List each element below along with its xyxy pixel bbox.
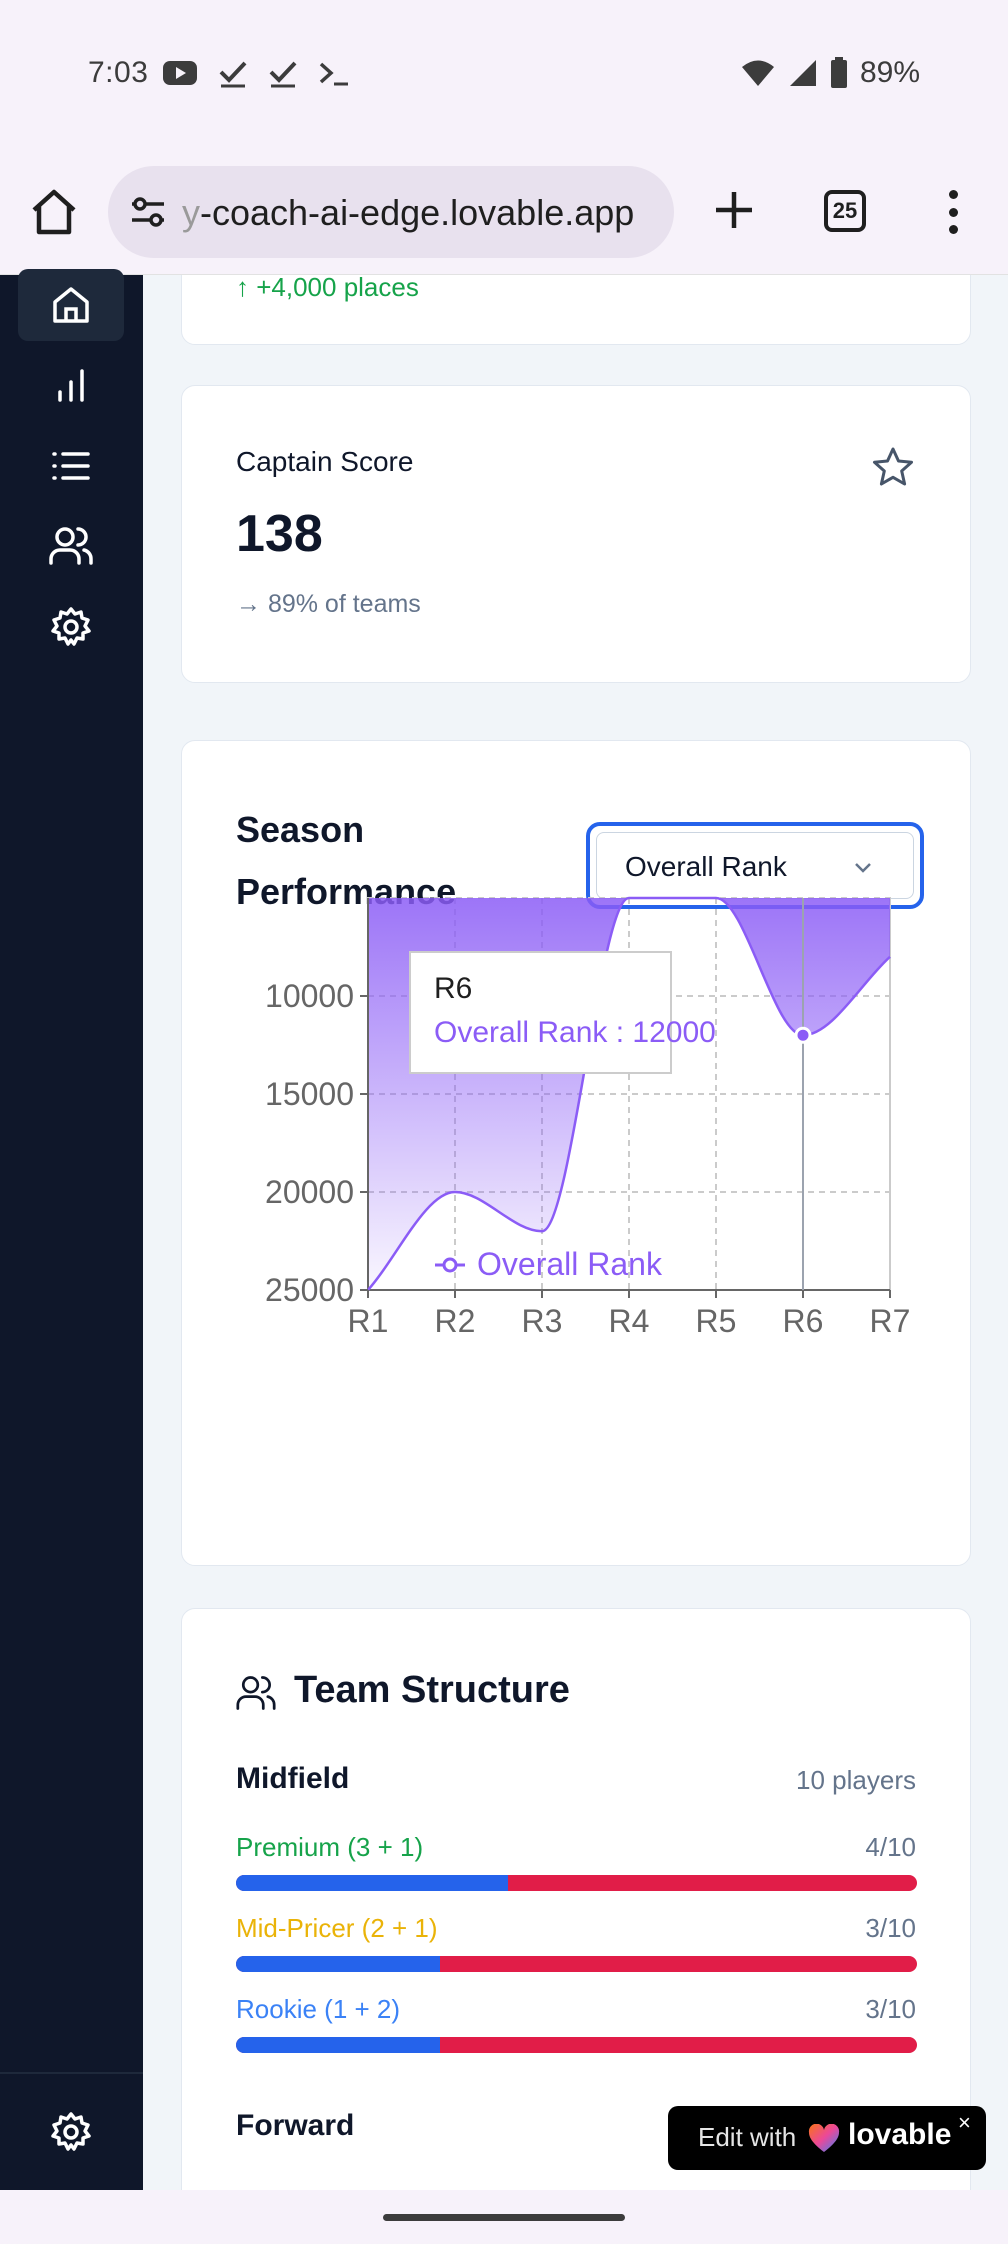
tier-label-mid-pricer: Mid-Pricer (2 + 1) — [236, 1913, 438, 1943]
list-icon — [52, 452, 90, 480]
chart-legend-label: Overall Rank — [477, 1246, 663, 1282]
sidebar-item-list[interactable] — [18, 430, 124, 502]
status-right: 89% — [740, 56, 920, 90]
rank-change: ↑ +4,000 places — [236, 275, 419, 302]
star-icon — [873, 447, 913, 486]
status-bar: 7:03 89% — [0, 0, 1008, 150]
chart-y-tick-label: 10000 — [265, 978, 354, 1014]
season-performance-chart[interactable]: 10000 15000 20000 25000 R1 R2 R3 R4 R5 R6 R7 R6 O… — [182, 741, 972, 1567]
sidebar-item-settings[interactable] — [18, 591, 124, 663]
section-count-midfield: 10 players — [796, 1765, 916, 1795]
chart-x-tick-label: R5 — [696, 1303, 737, 1339]
section-name-midfield: Midfield — [236, 1762, 350, 1795]
captain-score-percentile: → 89% of teams — [236, 590, 421, 618]
lovable-heart-icon — [808, 2124, 840, 2152]
home-icon[interactable] — [28, 186, 80, 238]
status-time: 7:03 — [88, 56, 149, 89]
chart-y-tick-label: 15000 — [265, 1076, 354, 1112]
chart-x-tick-label: R4 — [609, 1303, 650, 1339]
check-icon — [219, 61, 247, 88]
main-content: ↑ +4,000 places Captain Score 138 → 89% … — [143, 275, 1008, 2190]
tier-bar-premium-fill — [236, 1875, 509, 1891]
notification-icons — [162, 58, 350, 88]
sidebar-item-team[interactable] — [18, 510, 124, 582]
wifi-icon — [741, 60, 774, 86]
chart-legend[interactable]: Overall Rank — [435, 1246, 663, 1282]
chart-tooltip-title: R6 — [434, 972, 472, 1005]
url-bar[interactable]: y-coach-ai-edge.lovable.app — [108, 166, 674, 258]
captain-score-value: 138 — [236, 505, 323, 563]
battery-icon — [830, 57, 847, 88]
sidebar-divider — [0, 2072, 143, 2074]
sidebar-item-stats[interactable] — [18, 349, 124, 421]
gesture-handle[interactable] — [383, 2214, 625, 2221]
captain-score-card: Captain Score 138 → 89% of teams — [181, 385, 971, 683]
sidebar-item-bottom-settings[interactable] — [18, 2096, 124, 2168]
home-icon — [53, 287, 89, 323]
rank-card: ↑ +4,000 places — [181, 275, 971, 345]
tier-bar-mid-pricer — [236, 1956, 917, 1972]
gesture-area — [0, 2190, 1008, 2244]
check-icon — [269, 61, 297, 88]
signal-icon — [789, 60, 816, 86]
browser-toolbar: y-coach-ai-edge.lovable.app 25 — [0, 150, 1008, 275]
tab-switcher-button[interactable]: 25 — [824, 190, 866, 232]
lovable-edit-text: Edit with — [698, 2122, 797, 2152]
users-icon — [49, 527, 93, 565]
chart-y-tick-label: 25000 — [265, 1272, 354, 1308]
sidebar-item-home[interactable] — [18, 269, 124, 341]
close-icon[interactable]: × — [958, 2110, 971, 2136]
chart-y-tick-label: 20000 — [265, 1174, 354, 1210]
tier-count-mid-pricer: 3/10 — [865, 1913, 916, 1943]
terminal-icon — [319, 62, 348, 86]
tier-label-rookie: Rookie (1 + 2) — [236, 1994, 401, 2024]
chart-tooltip-value: Overall Rank : 12000 — [434, 1016, 716, 1049]
chart-tooltip: R6 Overall Rank : 12000 — [409, 951, 716, 1074]
users-icon — [236, 1676, 276, 1710]
season-performance-card: Season Performance Overall Rank 10000 150… — [181, 740, 971, 1566]
new-tab-icon[interactable] — [710, 186, 758, 234]
more-menu-icon[interactable] — [938, 186, 968, 238]
tier-label-premium: Premium (3 + 1) — [236, 1832, 424, 1862]
url-text[interactable]: y-coach-ai-edge.lovable.app — [182, 192, 662, 234]
bar-chart-icon — [58, 369, 84, 402]
site-settings-icon[interactable] — [128, 194, 168, 230]
battery-percent: 89% — [859, 56, 920, 89]
lovable-brand: lovable — [848, 2118, 952, 2151]
settings-icon — [51, 2112, 91, 2151]
captain-score-label: Captain Score — [236, 446, 414, 477]
sidebar — [0, 269, 143, 2190]
tier-count-rookie: 3/10 — [865, 1994, 916, 2024]
youtube-icon — [163, 61, 197, 85]
chart-x-tick-label: R7 — [870, 1303, 911, 1339]
chart-x-tick-label: R1 — [348, 1303, 389, 1339]
chart-x-tick-label: R2 — [435, 1303, 476, 1339]
chart-x-tick-label: R3 — [522, 1303, 563, 1339]
url-domain: -coach-ai-edge.lovable.app — [200, 192, 635, 233]
tier-bar-premium — [236, 1875, 917, 1891]
tier-bar-mid-pricer-fill — [236, 1956, 441, 1972]
settings-icon — [51, 607, 91, 646]
team-structure-title: Team Structure — [294, 1669, 570, 1711]
url-prefix: y — [182, 192, 200, 233]
edit-with-lovable-badge[interactable]: Edit with lovable × — [668, 2106, 986, 2170]
chart-x-tick-label: R6 — [783, 1303, 824, 1339]
team-structure-card: Team Structure Midfield 10 players Premi… — [181, 1608, 971, 2190]
chart-active-point — [794, 1026, 812, 1044]
tier-bar-rookie — [236, 2037, 917, 2053]
section-name-forward: Forward — [236, 2109, 355, 2142]
tier-count-premium: 4/10 — [865, 1832, 916, 1862]
tier-bar-rookie-fill — [236, 2037, 441, 2053]
